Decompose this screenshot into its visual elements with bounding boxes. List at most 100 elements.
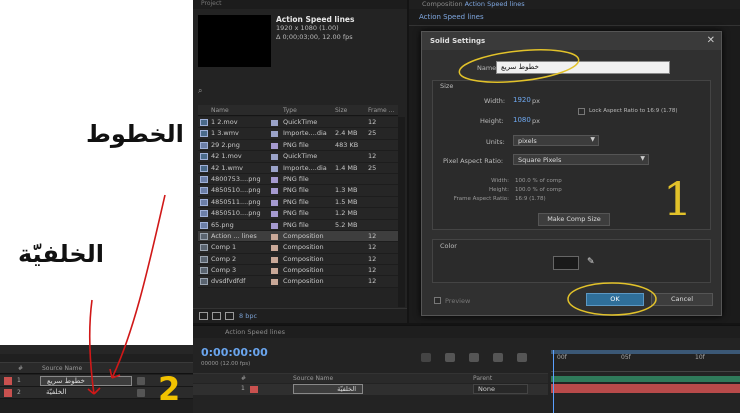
project-file-row[interactable]: 4850511....png PNG file 1.5 MB xyxy=(198,196,398,209)
file-label-color[interactable] xyxy=(271,188,278,195)
project-file-row[interactable]: 4800753....png PNG file xyxy=(198,173,398,186)
color-swatch[interactable] xyxy=(553,256,579,270)
current-time[interactable]: 0:00:00:00 xyxy=(201,346,268,359)
draft-3d-icon[interactable] xyxy=(445,353,455,362)
layer-name-field[interactable]: الخلفيّة xyxy=(40,388,132,398)
project-file-row[interactable]: 65.png PNG file 5.2 MB xyxy=(198,219,398,231)
height-value[interactable]: 1080 xyxy=(513,116,531,124)
file-label-color[interactable] xyxy=(271,233,278,240)
preview-checkbox[interactable] xyxy=(434,297,441,304)
file-label-color[interactable] xyxy=(271,120,278,126)
par-select[interactable]: Square Pixels ▼ xyxy=(513,154,649,165)
file-label-color[interactable] xyxy=(271,268,278,275)
cancel-button[interactable]: Cancel xyxy=(651,293,713,306)
file-name: 4850510....png xyxy=(211,209,261,218)
layer-duration-bar[interactable] xyxy=(551,384,740,393)
file-type: Composition xyxy=(283,277,324,286)
layer-name-field[interactable]: خطوط سريع xyxy=(40,376,132,386)
comp-tab-label[interactable]: Composition xyxy=(422,0,463,8)
file-label-color[interactable] xyxy=(271,131,278,138)
project-file-row[interactable]: 29 2.png PNG file 483 KB xyxy=(198,139,398,152)
interpret-footage-icon[interactable] xyxy=(199,312,208,320)
file-label-color[interactable] xyxy=(271,165,278,172)
motion-blur-icon[interactable] xyxy=(517,353,527,362)
project-tab[interactable]: Project xyxy=(193,0,407,9)
layer-switch[interactable] xyxy=(137,389,145,397)
parent-select[interactable]: None xyxy=(473,384,528,394)
timeline-tab-name[interactable]: Action Speed lines xyxy=(225,328,285,336)
file-frame-rate: 25 xyxy=(368,163,377,172)
shy-icon[interactable] xyxy=(469,353,479,362)
width-value[interactable]: 1920 xyxy=(513,96,531,104)
new-comp-icon[interactable] xyxy=(225,312,234,320)
comp-info-name: Action Speed lines xyxy=(276,15,355,24)
file-label-color[interactable] xyxy=(271,154,278,161)
file-label-color[interactable] xyxy=(271,256,278,263)
project-footer: 8 bpc xyxy=(193,308,407,323)
file-name: 4800753....png xyxy=(211,174,261,183)
file-type: PNG file xyxy=(283,186,309,195)
work-area-bar[interactable] xyxy=(551,350,740,354)
close-icon[interactable]: ✕ xyxy=(707,35,715,46)
frame-blend-icon[interactable] xyxy=(493,353,503,362)
col-name[interactable]: Name xyxy=(211,107,229,114)
comp-tab-name[interactable]: Action Speed lines xyxy=(465,0,525,8)
frame-ar-label: Frame Aspect Ratio: xyxy=(453,196,509,202)
project-file-row[interactable]: 4850510....png PNG file 1.3 MB xyxy=(198,185,398,197)
solid-name-input[interactable]: خطوط سريع xyxy=(496,61,670,74)
project-file-row[interactable]: dvsdfvdfdf Composition 12 xyxy=(198,276,398,288)
file-type: PNG file xyxy=(283,140,309,149)
project-file-row[interactable]: 4850510....png PNG file 1.2 MB xyxy=(198,208,398,220)
project-file-row[interactable]: 42 1.mov QuickTime 12 xyxy=(198,151,398,163)
project-file-row[interactable]: Comp 2 Composition 12 xyxy=(198,253,398,266)
file-label-color[interactable] xyxy=(271,222,278,229)
eyedropper-icon[interactable]: ✎ xyxy=(587,257,595,267)
file-label-color[interactable] xyxy=(271,142,278,149)
file-label-color[interactable] xyxy=(271,176,278,183)
project-file-row[interactable]: 42 1.wmv Importe....dia 1.4 MB 25 xyxy=(198,162,398,174)
file-frame-rate: 12 xyxy=(368,152,377,161)
file-type: Composition xyxy=(283,231,324,240)
new-folder-icon[interactable] xyxy=(212,312,221,320)
project-file-row[interactable]: Comp 3 Composition 12 xyxy=(198,265,398,277)
project-file-row[interactable]: Action ... lines Composition 12 xyxy=(198,230,398,243)
layer-color-swatch xyxy=(4,377,12,385)
image-file-icon xyxy=(200,198,208,206)
image-file-icon xyxy=(200,175,208,183)
playhead[interactable] xyxy=(553,350,554,413)
search-icon[interactable]: ⌕ xyxy=(198,86,202,96)
col-frame[interactable]: Frame ... xyxy=(368,107,394,114)
lock-aspect-checkbox[interactable] xyxy=(578,108,585,115)
file-label-color[interactable] xyxy=(271,245,278,252)
ok-button[interactable]: OK xyxy=(586,293,644,306)
file-label-color[interactable] xyxy=(271,279,278,286)
col-type[interactable]: Type xyxy=(283,107,297,114)
units-select[interactable]: pixels ▼ xyxy=(513,135,599,146)
make-comp-size-button[interactable]: Make Comp Size xyxy=(538,213,610,226)
col-size[interactable]: Size xyxy=(335,107,347,114)
bit-depth[interactable]: 8 bpc xyxy=(239,312,257,320)
tl-layer-name[interactable]: الخلفيّة xyxy=(293,384,363,394)
timeline-layer-row[interactable]: 1 الخلفيّة None xyxy=(193,384,548,395)
file-label-color[interactable] xyxy=(271,211,278,218)
annotation-number-2: 2 xyxy=(158,370,181,408)
footage-icon xyxy=(200,119,208,126)
layer-switch[interactable] xyxy=(137,377,145,385)
timeline-panel: Action Speed lines 0:00:00:00 00000 (12.… xyxy=(193,325,740,413)
tl-layer-color[interactable] xyxy=(250,386,258,393)
par-label: Pixel Aspect Ratio: xyxy=(443,157,504,165)
project-file-row[interactable]: 1 2.mov QuickTime 12 xyxy=(198,117,398,129)
project-search[interactable]: ⌕ xyxy=(198,86,398,96)
layer-duration-bar-top[interactable] xyxy=(551,376,740,382)
ruler-tick: 05f xyxy=(621,354,631,361)
size-group-label: Size xyxy=(440,82,454,90)
left-panel-topbar xyxy=(0,345,193,354)
project-file-row[interactable]: Comp 1 Composition 12 xyxy=(198,242,398,254)
file-type: Composition xyxy=(283,243,324,252)
file-type: PNG file xyxy=(283,197,309,206)
comp-subtab[interactable]: Action Speed lines xyxy=(419,13,484,21)
file-label-color[interactable] xyxy=(271,199,278,206)
comp-flowchart-icon[interactable] xyxy=(421,353,431,362)
project-file-row[interactable]: 1 3.wmv Importe....dia 2.4 MB 25 xyxy=(198,128,398,140)
project-scrollbar[interactable] xyxy=(398,117,405,307)
